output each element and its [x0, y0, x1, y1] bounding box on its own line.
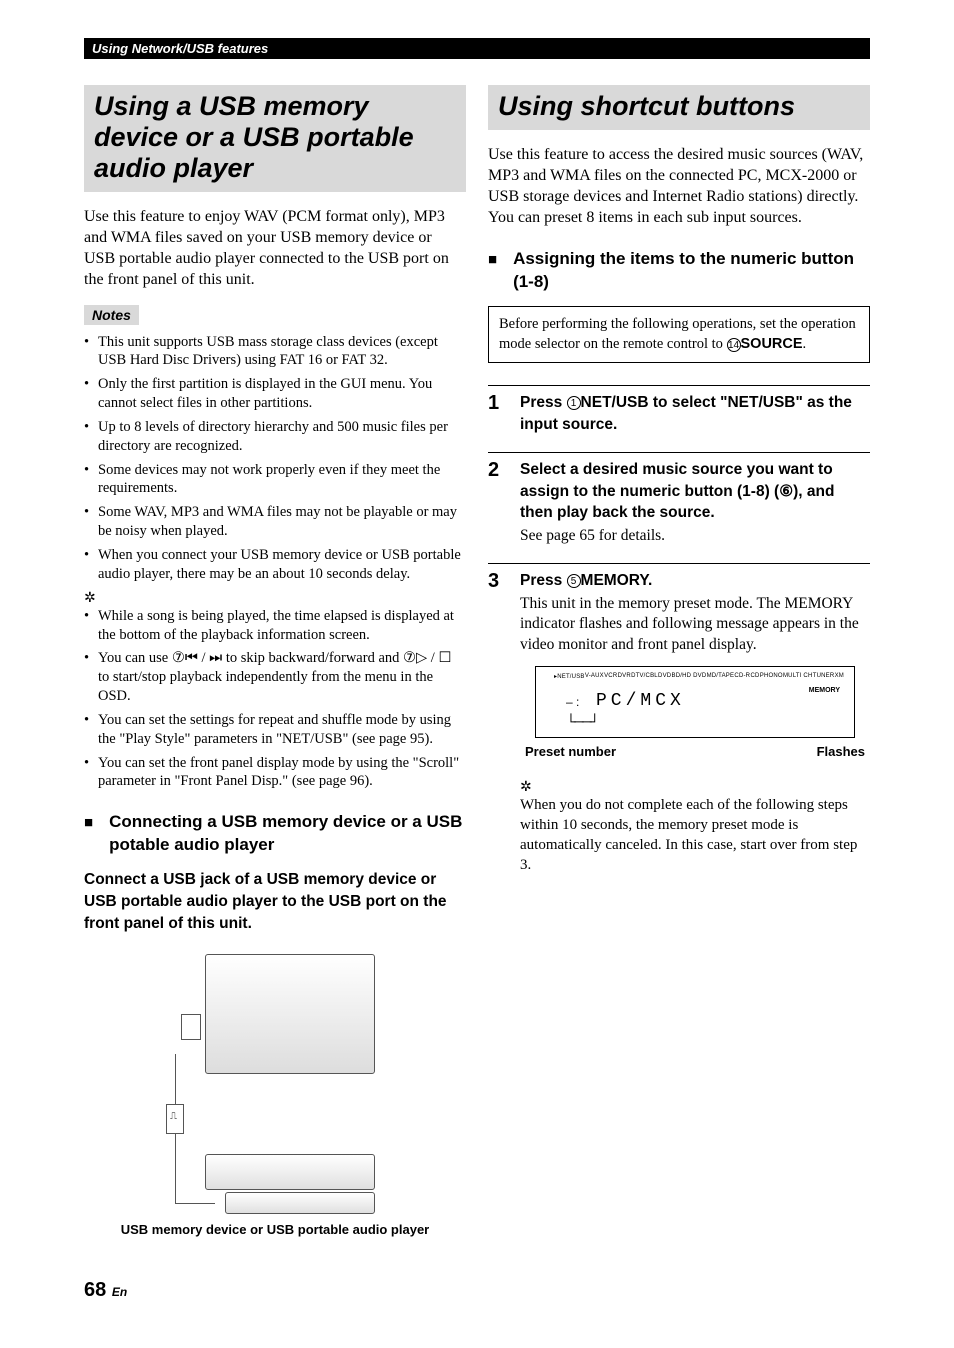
tip-icon: ✲	[84, 590, 466, 607]
right-intro: Use this feature to access the desired m…	[488, 144, 870, 228]
tip-item: You can set the settings for repeat and …	[84, 711, 466, 749]
notes-list: This unit supports USB mass storage clas…	[84, 333, 466, 584]
step-3-pre: Press	[520, 572, 567, 589]
step-number: 2	[488, 459, 506, 547]
right-tip: When you do not complete each of the fol…	[520, 796, 870, 875]
square-bullet-icon: ■	[84, 813, 93, 859]
step-3-reg: This unit in the memory preset mode. The…	[520, 594, 870, 657]
circled-1-icon: 1	[567, 396, 581, 410]
front-panel-display: ▸NET/USBV-AUXVCRDVRDTV/CBLDVDBD/HD DVDMD…	[535, 666, 855, 738]
note-item: Some WAV, MP3 and WMA files may not be p…	[84, 503, 466, 541]
display-preset-indicator: – :	[566, 695, 579, 709]
note-item: This unit supports USB mass storage clas…	[84, 333, 466, 371]
step-3-btn: MEMORY	[581, 572, 648, 589]
note-item: When you connect your USB memory device …	[84, 546, 466, 584]
flashes-label: Flashes	[817, 744, 865, 759]
operation-box: Before performing the following operatio…	[488, 306, 870, 363]
left-instruction: Connect a USB jack of a USB memory devic…	[84, 869, 466, 934]
tips-list: While a song is being played, the time e…	[84, 607, 466, 792]
step-3-text: Press 5MEMORY.	[520, 570, 870, 592]
display-bracket-icon: └──┘	[566, 713, 598, 729]
note-item: Up to 8 levels of directory hierarchy an…	[84, 418, 466, 456]
left-intro: Use this feature to enjoy WAV (PCM forma…	[84, 206, 466, 290]
tip-item: You can set the front panel display mode…	[84, 754, 466, 792]
right-section-title: Using shortcut buttons	[488, 85, 870, 130]
right-column: Using shortcut buttons Use this feature …	[488, 85, 870, 1239]
tip-icon: ✲	[520, 779, 870, 796]
tip-item: While a song is being played, the time e…	[84, 607, 466, 645]
display-top-row: ▸NET/USBV-AUXVCRDVRDTV/CBLDVDBD/HD DVDMD…	[554, 673, 844, 680]
left-subhead: ■ Connecting a USB memory device or a US…	[84, 811, 466, 857]
step-2: 2 Select a desired music source you want…	[488, 452, 870, 547]
circled-14-icon: 14	[727, 338, 741, 352]
tip-item: You can use ⑦⏮ / ⏭ to skip backward/forw…	[84, 649, 466, 706]
display-main-text: PC/MCX	[596, 691, 685, 711]
step-2-bold: Select a desired music source you want t…	[520, 459, 870, 524]
step-number: 1	[488, 392, 506, 435]
right-subhead-text: Assigning the items to the numeric butto…	[513, 248, 870, 294]
left-section-title: Using a USB memory device or a USB porta…	[84, 85, 466, 192]
page-lang: En	[112, 1285, 127, 1299]
right-subhead: ■ Assigning the items to the numeric but…	[488, 248, 870, 294]
step-1: 1 Press 1NET/USB to select "NET/USB" as …	[488, 385, 870, 435]
notes-label: Notes	[84, 305, 139, 325]
step-3-post: .	[648, 572, 652, 589]
opbox-post: .	[803, 336, 807, 352]
display-labels: Preset number Flashes	[525, 744, 865, 759]
step-3: 3 Press 5MEMORY. This unit in the memory…	[488, 563, 870, 890]
step-1-text: Press 1NET/USB to select "NET/USB" as th…	[520, 392, 870, 435]
diagram-caption: USB memory device or USB portable audio …	[84, 1222, 466, 1239]
circled-5-icon: 5	[567, 574, 581, 588]
left-subhead-text: Connecting a USB memory device or a USB …	[109, 811, 466, 857]
step-1-btn: NET/USB	[581, 394, 649, 411]
note-item: Some devices may not work properly even …	[84, 461, 466, 499]
step-1-pre: Press	[520, 394, 567, 411]
preset-number-label: Preset number	[525, 744, 616, 759]
note-item: Only the first partition is displayed in…	[84, 375, 466, 413]
usb-diagram: USB memory device or USB portable audio …	[84, 954, 466, 1239]
page-num: 68	[84, 1279, 106, 1301]
left-column: Using a USB memory device or a USB porta…	[84, 85, 466, 1239]
step-2-reg: See page 65 for details.	[520, 526, 870, 547]
page-number: 68 En	[84, 1279, 127, 1302]
header-breadcrumb: Using Network/USB features	[84, 38, 870, 59]
square-bullet-icon: ■	[488, 250, 497, 296]
step-number: 3	[488, 570, 506, 890]
display-memory-indicator: MEMORY	[809, 687, 840, 694]
opbox-source: SOURCE	[741, 336, 803, 352]
